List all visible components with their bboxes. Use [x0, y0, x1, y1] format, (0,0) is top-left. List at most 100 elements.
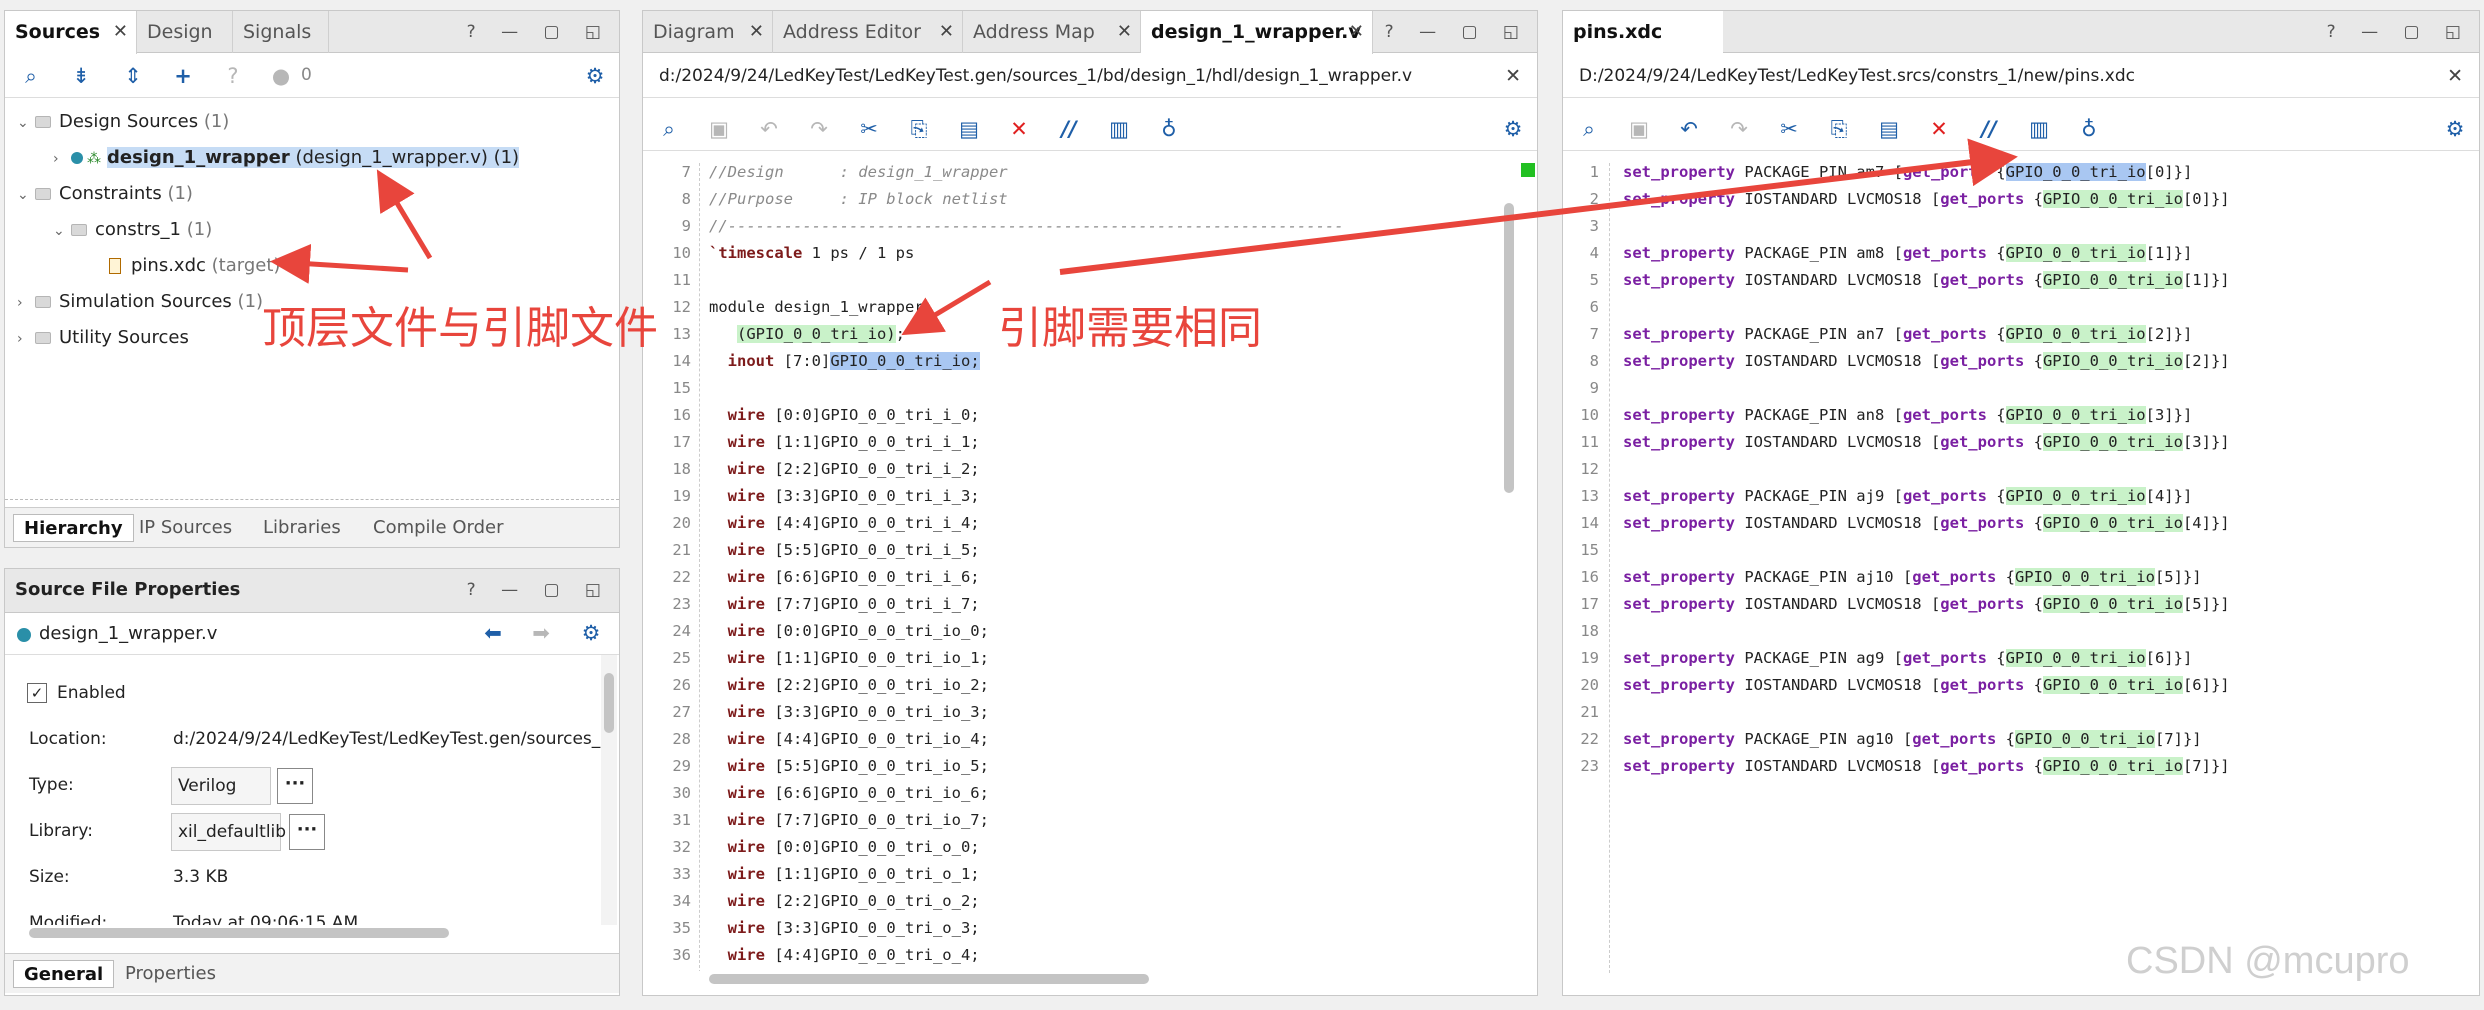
redo-icon[interactable]: ↷	[1725, 115, 1753, 143]
tab-general[interactable]: General	[13, 960, 115, 988]
type-field[interactable]: Verilog	[171, 767, 271, 805]
redo-icon[interactable]: ↷	[805, 115, 833, 143]
scroll-thumb[interactable]	[709, 974, 1149, 984]
expand-all-icon[interactable]: ⇕	[119, 62, 147, 90]
tab-libraries[interactable]: Libraries	[253, 514, 351, 542]
type-browse-button[interactable]: ···	[277, 768, 313, 804]
tree-item-utility-sources[interactable]: › Utility Sources	[17, 323, 189, 353]
tab-ip-sources[interactable]: IP Sources	[129, 514, 242, 542]
props-hscrollbar[interactable]	[5, 925, 601, 941]
gear-icon[interactable]: ⚙	[577, 619, 605, 647]
copy-icon[interactable]: ⎘	[905, 115, 933, 143]
delete-icon[interactable]: ✕	[1005, 115, 1033, 143]
chevron-right-icon[interactable]: ›	[17, 324, 35, 354]
search-icon[interactable]: ⌕	[1575, 115, 1603, 143]
chevron-down-icon[interactable]: ⌄	[53, 216, 71, 246]
comment-icon[interactable]: //	[1975, 115, 2003, 143]
chevron-right-icon[interactable]: ›	[17, 288, 35, 318]
tree-detail: (design_1_wrapper.v) (1)	[295, 147, 520, 168]
bulb-icon[interactable]: ♁	[2075, 115, 2103, 143]
gear-icon[interactable]: ⚙	[2441, 115, 2469, 143]
tab-design[interactable]: Design	[137, 11, 233, 53]
window-buttons[interactable]: ? — ▢ ◱	[2327, 11, 2471, 53]
undo-icon[interactable]: ↶	[1675, 115, 1703, 143]
scroll-thumb[interactable]	[604, 673, 614, 733]
close-icon[interactable]: ✕	[749, 11, 764, 53]
code-line: //--------------------------------------…	[709, 217, 1344, 235]
save-icon[interactable]: ▣	[705, 115, 733, 143]
forward-arrow-icon[interactable]: ➡	[527, 619, 555, 647]
close-icon[interactable]: ✕	[939, 11, 954, 53]
close-icon[interactable]: ✕	[2447, 54, 2463, 98]
tree-count: (1)	[167, 183, 193, 204]
tab-design-wrapper-v[interactable]: design_1_wrapper.v ✕	[1141, 11, 1373, 54]
library-browse-button[interactable]: ···	[289, 814, 325, 850]
line-number: 20	[1580, 676, 1599, 694]
window-buttons[interactable]: ? — ▢ ◱	[467, 569, 611, 611]
cut-icon[interactable]: ✂	[1775, 115, 1803, 143]
editor-hscrollbar[interactable]	[699, 971, 1519, 987]
scroll-thumb[interactable]	[29, 928, 449, 938]
tree-item-constrs-1[interactable]: ⌄ constrs_1 (1)	[53, 215, 212, 245]
cut-icon[interactable]: ✂	[855, 115, 883, 143]
tree-item-design-sources[interactable]: ⌄ Design Sources (1)	[17, 107, 229, 137]
close-icon[interactable]: ✕	[113, 11, 128, 53]
add-icon[interactable]: +	[169, 62, 197, 90]
window-buttons[interactable]: ? — ▢ ◱	[467, 11, 611, 53]
paste-icon[interactable]: ▤	[955, 115, 983, 143]
column-icon[interactable]: ▥	[2025, 115, 2053, 143]
props-vscrollbar[interactable]	[601, 655, 617, 925]
enabled-checkbox[interactable]: ✓	[27, 683, 47, 703]
paste-icon[interactable]: ▤	[1875, 115, 1903, 143]
save-icon[interactable]: ▣	[1625, 115, 1653, 143]
search-icon[interactable]: ⌕	[655, 115, 683, 143]
tree-item-constraints[interactable]: ⌄ Constraints (1)	[17, 179, 193, 209]
tab-address-editor[interactable]: Address Editor ✕	[773, 11, 963, 53]
close-icon[interactable]: ✕	[1349, 11, 1364, 53]
comment-icon[interactable]: //	[1055, 115, 1083, 143]
column-icon[interactable]: ▥	[1105, 115, 1133, 143]
scroll-thumb[interactable]	[1504, 203, 1514, 493]
code-line: wire [4:4]GPIO_0_0_tri_i_4;	[727, 514, 980, 532]
code-line: wire [7:7]GPIO_0_0_tri_io_7;	[727, 811, 989, 829]
bulb-icon[interactable]: ♁	[1155, 115, 1183, 143]
tab-pins-xdc[interactable]: pins.xdc	[1563, 11, 1723, 54]
tree-item-simulation-sources[interactable]: › Simulation Sources (1)	[17, 287, 263, 317]
tree-item-pins-xdc[interactable]: pins.xdc (target)	[109, 251, 280, 281]
library-field[interactable]: xil_defaultlib	[171, 813, 286, 851]
collapse-all-icon[interactable]: ⇟	[67, 62, 95, 90]
gear-icon[interactable]: ⚙	[1499, 115, 1527, 143]
undo-icon[interactable]: ↶	[755, 115, 783, 143]
code-line: wire [5:5]GPIO_0_0_tri_i_5;	[727, 541, 980, 559]
tab-properties[interactable]: Properties	[115, 960, 226, 988]
tab-signals[interactable]: Signals	[233, 11, 329, 53]
tree-label: Utility Sources	[59, 327, 189, 348]
tab-sources[interactable]: Sources ✕	[5, 11, 137, 54]
back-arrow-icon[interactable]: ⬅	[479, 619, 507, 647]
tree-item-design-wrapper[interactable]: › ⁂ design_1_wrapper (design_1_wrapper.v) …	[53, 143, 520, 174]
tab-hierarchy[interactable]: Hierarchy	[13, 514, 134, 542]
gear-icon[interactable]: ⚙	[581, 62, 609, 90]
chevron-right-icon[interactable]: ›	[53, 144, 71, 174]
copy-icon[interactable]: ⎘	[1825, 115, 1853, 143]
code-line: wire [6:6]GPIO_0_0_tri_i_6;	[727, 568, 980, 586]
chevron-down-icon[interactable]: ⌄	[17, 180, 35, 210]
tab-address-map[interactable]: Address Map ✕	[963, 11, 1141, 53]
code-area-xdc[interactable]: 1 set_property PACKAGE_PIN am7 [get_ports…	[1563, 163, 2479, 963]
tab-compile-order[interactable]: Compile Order	[363, 514, 514, 542]
editor-vscrollbar[interactable]	[1501, 163, 1517, 971]
line-number: 23	[672, 595, 691, 613]
close-icon[interactable]: ✕	[1117, 11, 1132, 53]
line-number: 33	[672, 865, 691, 883]
delete-icon[interactable]: ✕	[1925, 115, 1953, 143]
help-doc-icon[interactable]: ?	[219, 62, 247, 90]
chevron-down-icon[interactable]: ⌄	[17, 108, 35, 138]
code-area-verilog[interactable]: 7 //Design : design_1_wrapper 8 //Purpose :…	[643, 163, 1537, 973]
code-line: wire [0:0]GPIO_0_0_tri_io_0;	[727, 622, 989, 640]
window-buttons[interactable]: ? — ▢ ◱	[1385, 11, 1529, 53]
line-number: 4	[1589, 244, 1599, 262]
tab-diagram[interactable]: Diagram ✕	[643, 11, 773, 53]
search-icon[interactable]: ⌕	[17, 62, 45, 90]
code-line: set_property IOSTANDARD LVCMOS18 [get_po…	[1623, 514, 2230, 532]
close-icon[interactable]: ✕	[1505, 54, 1521, 98]
